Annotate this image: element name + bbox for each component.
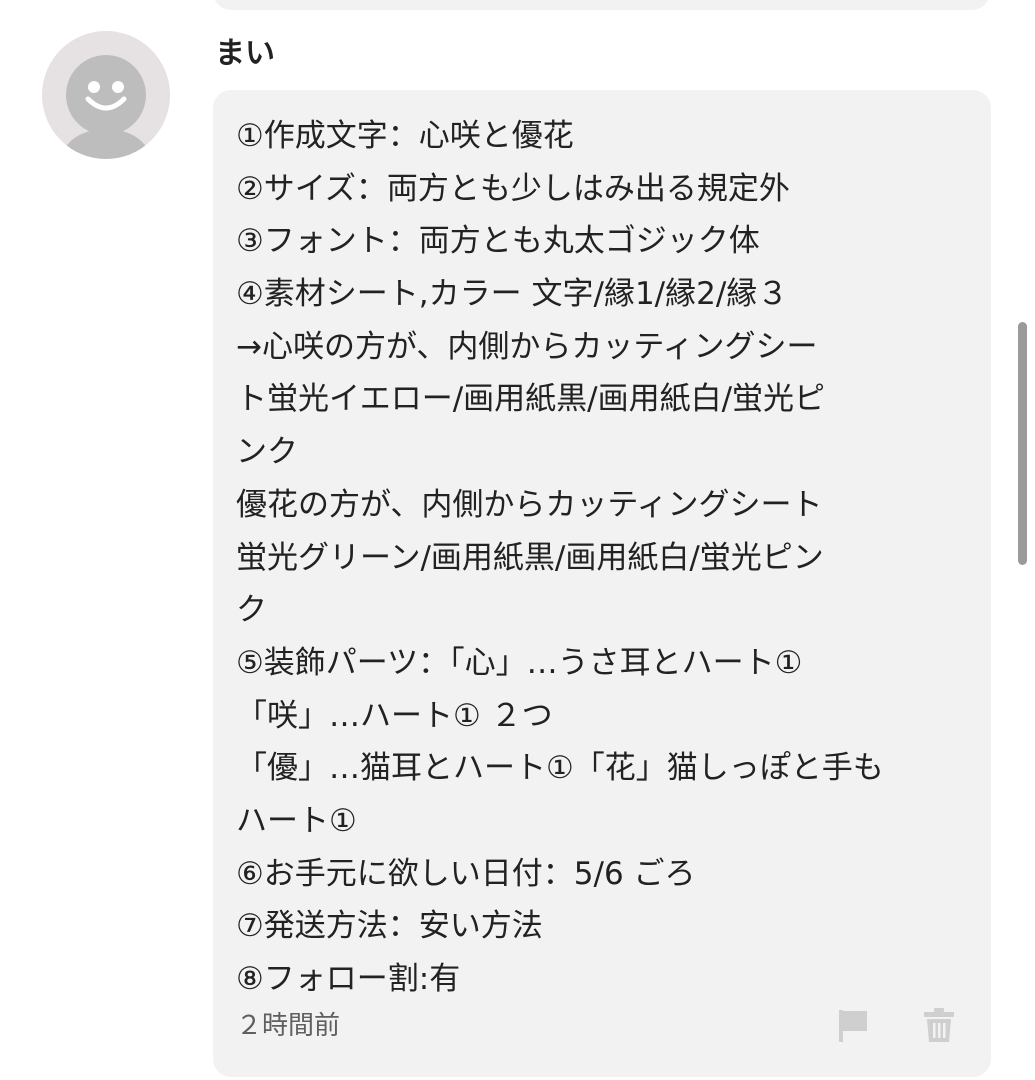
comment-line: 蛍光グリーン/画用紙黒/画用紙白/蛍光ピン: [236, 539, 824, 576]
comment-line: 優花の方が、内側からカッティングシート: [236, 486, 823, 523]
comment-line: ト蛍光イエロー/画用紙黒/画用紙白/蛍光ピ: [236, 381, 826, 418]
comment-line: ③フォント：両方とも丸太ゴジック体: [236, 223, 760, 260]
previous-comment-bubble: [213, 0, 990, 10]
comment-line: ①作成文字：心咲と優花: [236, 118, 574, 154]
comment-line: ④素材シート,カラー 文字/縁1/縁2/縁３: [236, 276, 789, 313]
comment-timestamp: ２時間前: [236, 1011, 341, 1041]
avatar[interactable]: [42, 31, 170, 159]
comment-line: ンク: [236, 434, 298, 471]
comment-line: ハート①: [236, 802, 357, 839]
comment-username[interactable]: まい: [215, 34, 275, 74]
user-avatar-icon: [42, 31, 170, 159]
comment-line: ⑥お手元に欲しい日付：5/6 ごろ: [236, 855, 696, 892]
comment-line: ⑤装飾パーツ：「心」…うさ耳とハート①: [236, 644, 803, 681]
scrollbar-thumb[interactable]: [1018, 322, 1027, 565]
comment-line: ⑦発送方法：安い方法: [236, 908, 543, 945]
comment-line: 「優」…猫耳とハート①「花」猫しっぽと手も: [236, 750, 884, 787]
comment-line: →心咲の方が、内側からカッティングシー: [236, 328, 818, 365]
comment-line: ク: [236, 592, 267, 629]
report-flag-icon[interactable]: [837, 1006, 871, 1044]
delete-trash-icon[interactable]: [922, 1006, 956, 1044]
comment-line: 「咲」…ハート① ２つ: [236, 697, 553, 734]
comment-line: ②サイズ：両方とも少しはみ出る規定外: [236, 170, 790, 207]
comment-line: ⑧フォロー割:有: [236, 961, 461, 997]
comment-body: ①作成文字：心咲と優花 ②サイズ：両方とも少しはみ出る規定外 ③フォント：両方と…: [236, 110, 976, 1006]
